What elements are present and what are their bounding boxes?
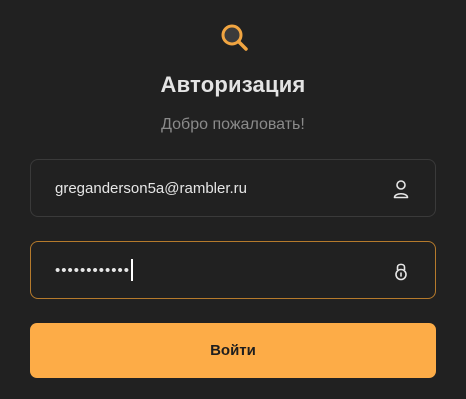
- password-field[interactable]: ••••••••••••: [30, 241, 436, 299]
- login-submit-button[interactable]: Войти: [30, 323, 436, 378]
- lock-icon: [395, 263, 407, 281]
- login-input-value[interactable]: greganderson5a@rambler.ru: [55, 160, 247, 216]
- password-input-value[interactable]: ••••••••••••: [55, 242, 134, 298]
- text-caret: [131, 259, 134, 281]
- page-title: Авторизация: [160, 72, 306, 97]
- login-field[interactable]: greganderson5a@rambler.ru: [30, 159, 436, 217]
- user-icon: [393, 180, 409, 199]
- page-subtitle: Добро пожаловать!: [161, 116, 305, 133]
- login-page: Авторизация Добро пожаловать! greganders…: [0, 0, 466, 399]
- password-masked-text: ••••••••••••: [55, 261, 131, 279]
- magnifier-logo-icon: [221, 24, 248, 51]
